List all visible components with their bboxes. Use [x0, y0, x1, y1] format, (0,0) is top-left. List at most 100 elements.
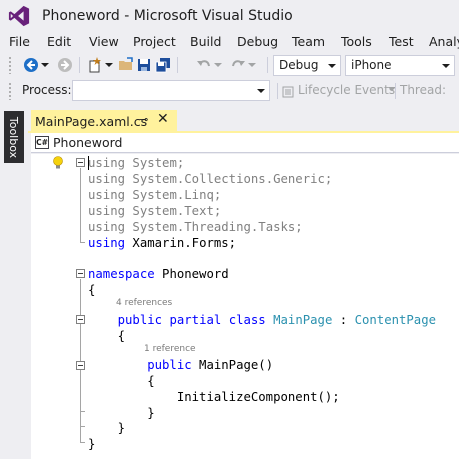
- undo-dropdown[interactable]: [213, 56, 223, 74]
- codelens-constructor-references[interactable]: 1 reference: [144, 344, 196, 354]
- visual-studio-logo-icon: [8, 5, 30, 27]
- chevron-down-icon: [328, 64, 336, 68]
- redo-dropdown[interactable]: [247, 56, 257, 74]
- undo-button[interactable]: [195, 56, 213, 74]
- code-token: System.Linq;: [125, 188, 222, 202]
- close-icon[interactable]: ✕: [157, 111, 169, 127]
- csharp-project-icon: C#: [35, 136, 49, 149]
- platform-value: iPhone: [351, 58, 392, 72]
- solution-configuration-value: Debug: [279, 58, 319, 72]
- menu-build[interactable]: Build: [190, 34, 221, 49]
- fold-guide-end: [80, 442, 85, 443]
- code-line[interactable]: {: [88, 373, 155, 389]
- code-token: using: [88, 204, 126, 218]
- navigation-bar[interactable]: C# Phoneword: [31, 133, 459, 153]
- menu-file[interactable]: File: [9, 34, 30, 49]
- collapse-usings-toggle[interactable]: [76, 158, 85, 167]
- toolbox-tab[interactable]: Toolbox: [4, 111, 24, 163]
- code-line[interactable]: {: [88, 328, 125, 344]
- save-button[interactable]: [135, 56, 153, 74]
- code-line[interactable]: {: [88, 282, 95, 298]
- forward-arrow-icon: [58, 58, 72, 72]
- code-line[interactable]: using System.Text;: [88, 203, 221, 219]
- chevron-down-icon: [442, 64, 450, 68]
- code-token: namespace: [88, 267, 155, 281]
- menu-bar: File Edit View Project Build Debug Team …: [0, 32, 459, 52]
- code-line[interactable]: using System.Linq;: [88, 187, 221, 203]
- code-line[interactable]: public partial class MainPage : ContentP…: [88, 312, 436, 328]
- toolbar-grip[interactable]: [8, 82, 12, 100]
- toolbar-separator: [395, 83, 396, 99]
- code-line[interactable]: using System;: [88, 155, 184, 171]
- code-token: {: [88, 283, 96, 297]
- lifecycle-events-icon: [282, 86, 294, 98]
- codelens-class-references[interactable]: 4 references: [116, 298, 172, 308]
- code-line[interactable]: }: [88, 436, 95, 452]
- code-token: MainPage: [273, 313, 333, 327]
- collapse-namespace-toggle[interactable]: [76, 269, 85, 278]
- menu-project[interactable]: Project: [133, 34, 176, 49]
- code-line[interactable]: }: [88, 405, 154, 421]
- process-dropdown[interactable]: [72, 80, 270, 101]
- new-project-button[interactable]: [86, 56, 104, 74]
- lifecycle-events-button[interactable]: Lifecycle Events: [298, 83, 395, 97]
- code-token: partial: [169, 313, 222, 327]
- project-dropdown[interactable]: Phoneword: [53, 135, 122, 150]
- menu-analyze[interactable]: Analy: [429, 34, 459, 49]
- solution-configuration-dropdown[interactable]: Debug: [273, 55, 341, 76]
- code-token: Phoneword: [154, 267, 229, 281]
- platform-dropdown[interactable]: iPhone: [345, 55, 455, 76]
- menu-tools[interactable]: Tools: [341, 34, 372, 49]
- collapse-constructor-toggle[interactable]: [76, 361, 85, 370]
- code-token: {: [88, 329, 126, 343]
- document-tab-strip: MainPage.xaml.cs ⊸ ✕: [28, 110, 459, 132]
- code-line[interactable]: public MainPage(): [88, 357, 273, 373]
- code-token: using: [88, 156, 126, 170]
- save-all-button[interactable]: [154, 56, 172, 74]
- code-line[interactable]: using System.Threading.Tasks;: [88, 219, 303, 235]
- code-token: using: [88, 172, 126, 186]
- toolbar-separator: [79, 57, 80, 73]
- code-line[interactable]: using Xamarin.Forms;: [88, 235, 236, 251]
- window-title: Phoneword - Microsoft Visual Studio: [42, 8, 293, 24]
- redo-button[interactable]: [229, 56, 247, 74]
- new-project-icon: [89, 57, 101, 73]
- code-line[interactable]: using System.Collections.Generic;: [88, 171, 332, 187]
- document-tab-mainpage[interactable]: MainPage.xaml.cs ⊸ ✕: [31, 110, 177, 132]
- fold-guide-end: [80, 242, 85, 243]
- toolbar-separator: [277, 83, 278, 99]
- toolbar-grip[interactable]: [8, 56, 12, 74]
- chevron-down-icon: [248, 63, 256, 67]
- menu-edit[interactable]: Edit: [47, 34, 71, 49]
- menu-team[interactable]: Team: [292, 34, 325, 49]
- document-tab-label: MainPage.xaml.cs: [35, 113, 148, 129]
- process-label: Process:: [22, 83, 72, 97]
- code-token: {: [88, 374, 155, 388]
- menu-test[interactable]: Test: [389, 34, 414, 49]
- chevron-down-icon: [41, 63, 49, 67]
- menu-debug[interactable]: Debug: [237, 34, 278, 49]
- lightbulb-icon[interactable]: [52, 156, 64, 170]
- lifecycle-events-icon: [280, 83, 296, 101]
- debug-location-toolbar: Process: Lifecycle Events Thread:: [0, 79, 459, 103]
- menu-view[interactable]: View: [89, 34, 119, 49]
- navigate-forward-button[interactable]: [56, 56, 74, 74]
- code-line[interactable]: namespace Phoneword: [88, 266, 229, 282]
- code-token: public: [88, 358, 192, 372]
- back-dropdown-button[interactable]: [40, 56, 50, 74]
- open-file-button[interactable]: [117, 56, 135, 74]
- code-line[interactable]: }: [88, 420, 125, 436]
- new-project-dropdown[interactable]: [104, 56, 114, 74]
- code-line[interactable]: InitializeComponent();: [88, 389, 340, 405]
- pin-icon[interactable]: ⊸: [139, 113, 148, 126]
- fold-guide-end: [80, 426, 85, 427]
- code-token: ContentPage: [354, 313, 437, 327]
- code-editor[interactable]: 4 references 1 reference using System; us…: [31, 154, 459, 459]
- code-token: Xamarin.Forms;: [125, 236, 237, 250]
- code-token: MainPage(): [191, 358, 274, 372]
- standard-toolbar: Debug iPhone: [0, 53, 459, 77]
- fold-guide: [80, 168, 81, 242]
- collapse-class-toggle[interactable]: [76, 315, 85, 324]
- navigate-back-button[interactable]: [22, 56, 40, 74]
